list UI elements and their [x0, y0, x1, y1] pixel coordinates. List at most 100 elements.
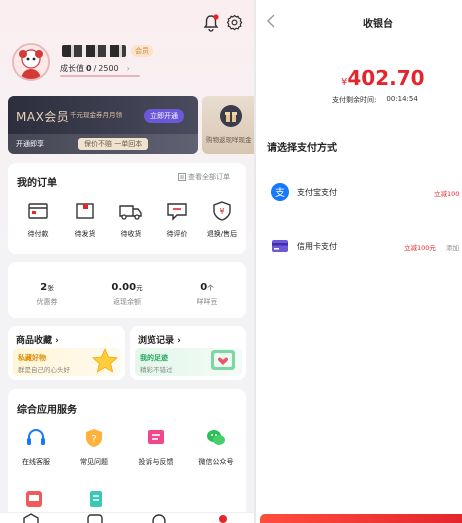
history-card[interactable]: 浏览记录 › 我的足迹 精彩不错过 — [130, 326, 246, 380]
category-tab-icon[interactable] — [86, 513, 104, 523]
checkout-title: 收银台 — [363, 19, 393, 30]
growth-sep: / — [93, 64, 97, 73]
wechat-icon — [207, 430, 225, 445]
vip-sub-right: 保价不赔 一单回本 — [78, 138, 149, 150]
asset-beans[interactable]: 0个 咩咩豆 — [172, 275, 242, 307]
gift-box-icon — [220, 105, 242, 127]
favorites-subtitle: 私藏好物 — [18, 354, 46, 362]
payment-timer: 支付剩余时间: 00:14:54 — [332, 95, 418, 105]
cart-tab-icon[interactable] — [150, 513, 168, 523]
growth-label: 成长值 — [60, 64, 84, 73]
list-icon — [178, 173, 186, 181]
payment-method-credit-card[interactable]: 信用卡支付 立减100元 添加 — [256, 230, 462, 264]
order-item-label: 待评价 — [166, 230, 188, 238]
asset-label: 优惠券 — [36, 298, 58, 306]
asset-cashback-balance[interactable]: 0.00元 返现余额 — [92, 275, 162, 307]
alipay-icon: 支 — [271, 183, 289, 201]
asset-unit: 元 — [136, 284, 143, 292]
feedback-icon — [148, 430, 164, 444]
growth-current: 0 — [86, 64, 92, 73]
service-label: 投诉与反馈 — [138, 458, 174, 466]
service-complaint[interactable]: 投诉与反馈 — [128, 427, 184, 467]
add-card-link[interactable]: 添加 — [446, 242, 459, 252]
avatar[interactable] — [12, 43, 50, 81]
amount-value: 402.70 — [347, 66, 425, 90]
back-arrow-icon[interactable] — [266, 14, 276, 28]
question-shield-icon: ? — [86, 429, 102, 447]
method-name: 支付宝支付 — [297, 188, 337, 197]
services-title: 综合应用服务 — [17, 405, 77, 416]
order-item-label: 退换/售后 — [206, 230, 238, 238]
asset-value: 0.00 — [111, 282, 137, 293]
service-faq[interactable]: ? 常见问题 — [68, 427, 120, 467]
delivery-truck-icon — [119, 205, 142, 220]
asset-label: 返现余额 — [113, 298, 141, 306]
order-item-label: 待收货 — [120, 230, 142, 238]
home-tab-icon[interactable] — [22, 513, 40, 523]
comment-icon — [167, 203, 187, 221]
shield-yen-icon: ¥ — [213, 201, 231, 221]
view-all-orders-link[interactable]: 查看全部订单 — [178, 172, 230, 182]
services-card: 综合应用服务 在线客服 ? 常见问题 投诉与反馈 微信公众号 — [8, 389, 246, 523]
asset-unit: 个 — [207, 284, 214, 292]
coupon-app-icon[interactable] — [24, 489, 44, 509]
history-desc: 精彩不错过 — [140, 366, 173, 374]
member-badge: 会员 — [131, 45, 153, 57]
method-name: 信用卡支付 — [297, 242, 337, 251]
service-wechat[interactable]: 微信公众号 — [188, 427, 244, 467]
favorites-card[interactable]: 商品收藏 › 私藏好物 群是自己的心头好 — [8, 326, 125, 380]
method-promo: 立减100元 — [404, 244, 436, 252]
service-online-support[interactable]: 在线客服 — [10, 427, 62, 467]
orders-card: 我的订单 查看全部订单 待付款 待发货 待收货 待评价 ¥ 退换/售后 — [8, 163, 246, 254]
footprint-heart-icon — [211, 350, 235, 370]
order-item-to-receive[interactable]: 待收货 — [109, 201, 153, 239]
service-label: 在线客服 — [22, 458, 50, 466]
notification-bell-icon[interactable] — [203, 14, 219, 32]
vip-banner[interactable]: MAX会员 千元现金券月月领 立即开通 开通即享 保价不赔 一单回本 — [8, 96, 198, 154]
assets-card: 2张 优惠券 0.00元 返现余额 0个 咩咩豆 — [8, 262, 246, 318]
growth-total: 2500 — [98, 64, 119, 73]
vip-open-button[interactable]: 立即开通 — [144, 109, 184, 123]
headset-icon — [27, 429, 45, 445]
wallet-icon — [28, 203, 48, 219]
service-label: 常见问题 — [80, 458, 108, 466]
order-item-to-ship[interactable]: 待发货 — [63, 201, 107, 239]
growth-value-row[interactable]: 成长值 0 / 2500 › — [60, 63, 130, 74]
vip-tagline: 千元现金券月月领 — [70, 111, 122, 119]
timer-value: 00:14:54 — [386, 95, 418, 103]
asset-label: 咩咩豆 — [196, 298, 218, 306]
favorites-desc: 群是自己的心头好 — [18, 366, 70, 374]
order-item-after-sales[interactable]: ¥ 退换/售后 — [199, 201, 245, 239]
cashback-card[interactable]: 购物返现咩现金 — [202, 96, 254, 154]
personal-center-panel: 会员 成长值 0 / 2500 › MAX会员 千元现金券月月领 立即开通 开通… — [0, 0, 254, 523]
history-title: 浏览记录 › — [138, 336, 181, 346]
view-all-orders-label: 查看全部订单 — [188, 173, 230, 181]
pay-amount: ¥ 402.70 — [341, 66, 425, 90]
star-icon — [92, 348, 118, 373]
svg-text:¥: ¥ — [219, 207, 224, 216]
payment-method-alipay[interactable]: 支 支付宝支付 立减100 — [256, 176, 462, 210]
order-item-label: 待发货 — [74, 230, 96, 238]
order-item-to-review[interactable]: 待评价 — [155, 201, 199, 239]
document-app-icon[interactable] — [86, 489, 106, 509]
svg-text:支: 支 — [275, 187, 285, 199]
pay-button-peek[interactable] — [260, 514, 462, 523]
order-item-label: 待付款 — [27, 230, 49, 238]
vip-title: MAX会员 — [16, 110, 70, 124]
method-promo: 立减100 — [434, 190, 460, 198]
service-label: 微信公众号 — [198, 458, 234, 466]
vip-sub-left: 开通即享 — [16, 140, 44, 148]
order-item-pending-payment[interactable]: 待付款 — [16, 201, 60, 239]
cashback-text: 购物返现咩现金 — [206, 136, 252, 144]
orders-title: 我的订单 — [17, 178, 57, 189]
box-icon — [76, 203, 94, 219]
checkout-panel: 收银台 ¥ 402.70 支付剩余时间: 00:14:54 请选择支付方式 支 … — [256, 0, 462, 523]
asset-coupons[interactable]: 2张 优惠券 — [12, 275, 82, 307]
history-subtitle: 我的足迹 — [140, 354, 168, 362]
method-prompt: 请选择支付方式 — [267, 143, 337, 154]
timer-label: 支付剩余时间: — [332, 96, 377, 104]
profile-tab-icon[interactable] — [214, 513, 232, 523]
asset-unit: 张 — [47, 284, 54, 292]
growth-progress-track — [60, 75, 140, 77]
settings-gear-icon[interactable] — [226, 14, 243, 31]
